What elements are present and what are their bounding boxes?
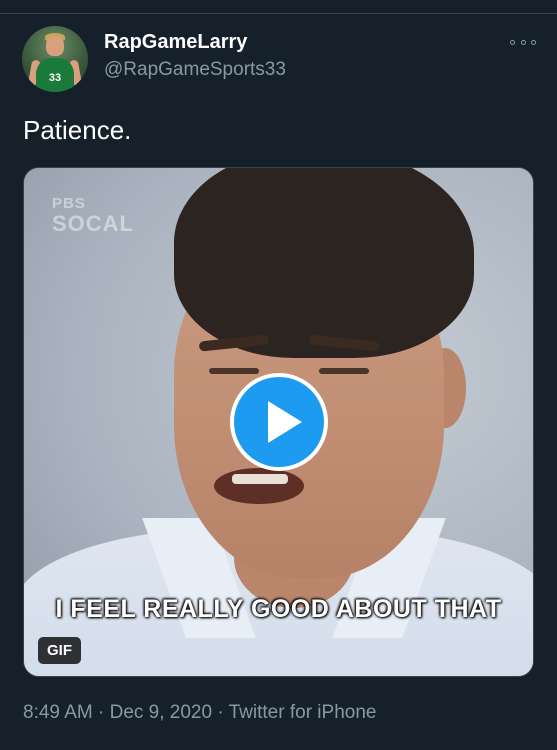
- more-dot: [531, 39, 536, 45]
- tweet-date[interactable]: Dec 9, 2020: [110, 702, 212, 723]
- gif-badge: GIF: [38, 637, 81, 664]
- tweet-text: Patience.: [23, 115, 132, 145]
- separator-dot: ·: [98, 702, 105, 723]
- media-hair: [174, 168, 474, 358]
- tweet: 33 RapGameLarry @RapGameSports33 Patienc…: [0, 0, 557, 750]
- media-eye: [209, 368, 259, 374]
- avatar[interactable]: 33: [22, 26, 88, 92]
- more-horizontal-icon[interactable]: [510, 36, 536, 48]
- timestamp-row: 8:49 AM · Dec 9, 2020 · Twitter for iPho…: [23, 702, 376, 724]
- tweet-source-link[interactable]: Twitter for iPhone: [229, 702, 377, 723]
- watermark-line2: SOCAL: [52, 211, 134, 236]
- tweet-time[interactable]: 8:49 AM: [23, 702, 93, 723]
- play-button[interactable]: [230, 373, 328, 471]
- gif-media[interactable]: PBS SOCAL I FEEL REALLY GOOD ABOUT THAT …: [23, 167, 534, 677]
- more-dot: [510, 39, 515, 45]
- gif-caption: I FEEL REALLY GOOD ABOUT THAT: [55, 595, 502, 623]
- avatar-jersey-number: 33: [48, 72, 62, 84]
- media-mouth: [214, 468, 304, 504]
- user-handle[interactable]: @RapGameSports33: [104, 59, 286, 81]
- media-eye: [319, 368, 369, 374]
- play-icon: [268, 401, 302, 443]
- avatar-head: [46, 36, 64, 56]
- more-dot: [520, 39, 526, 45]
- separator-dot: ·: [217, 702, 224, 723]
- display-name[interactable]: RapGameLarry: [104, 31, 247, 54]
- media-watermark: PBS SOCAL: [52, 194, 134, 236]
